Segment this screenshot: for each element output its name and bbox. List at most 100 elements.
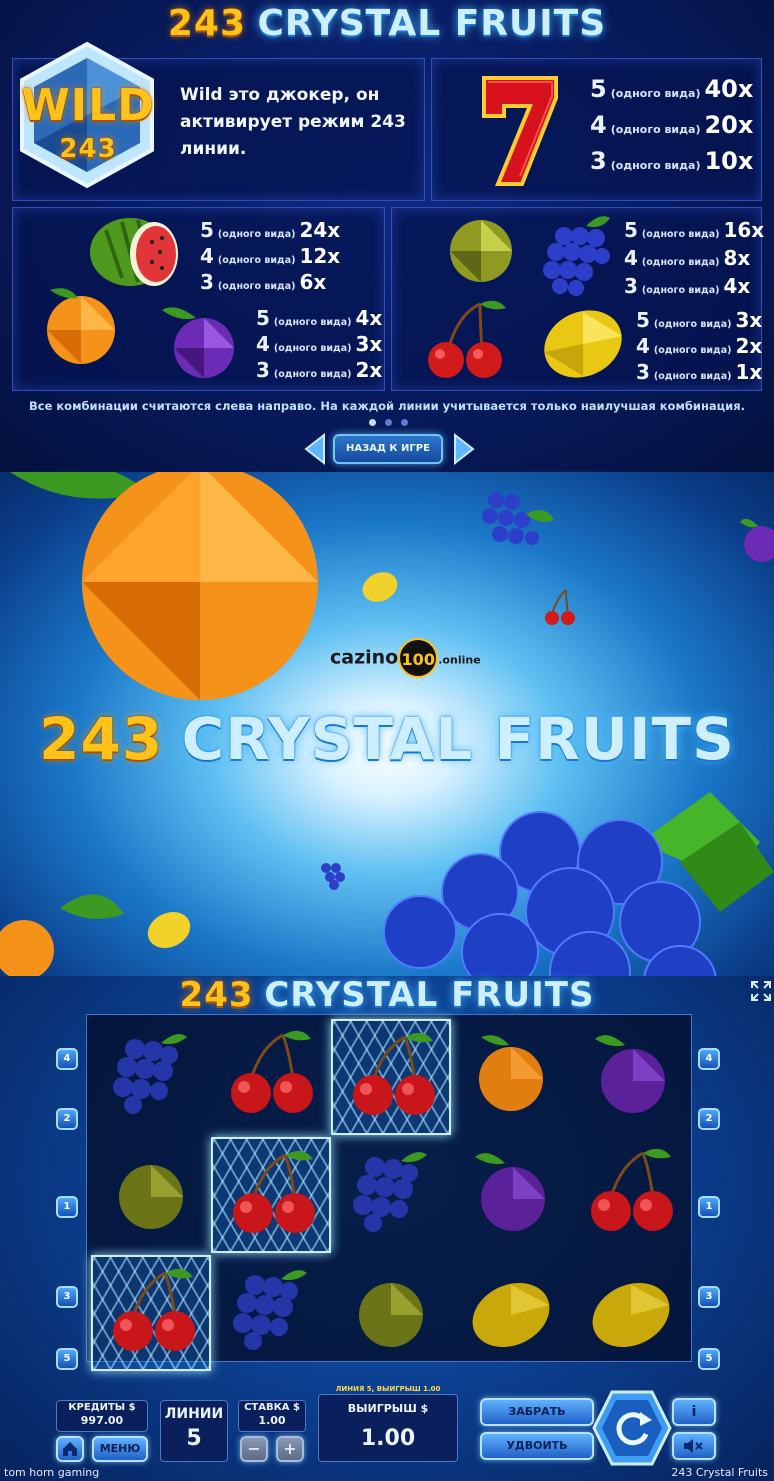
prev-page-icon[interactable] (302, 433, 326, 465)
win-value: 1.00 (360, 1426, 416, 1451)
reel-cell-cherry (211, 1019, 331, 1135)
bet-minus-button[interactable]: − (240, 1436, 268, 1462)
page-dot-3[interactable] (401, 419, 408, 426)
pay-row: 5 (одного вида) 3x (636, 308, 763, 332)
grapes-icon (233, 1270, 307, 1350)
reel-cell-lemon (451, 1255, 571, 1371)
watermelon-icon (90, 218, 178, 286)
splash-grapes-small-icon (321, 863, 345, 890)
pay-row: 5 (одного вида) 16x (624, 218, 765, 242)
reel-cell-grapes (91, 1019, 211, 1135)
seven-icon (482, 76, 558, 186)
back-to-game-button[interactable]: НАЗАД К ИГРЕ (333, 434, 443, 464)
pay-row: 4 (одного вида) 12x (200, 244, 341, 268)
cherry-icon (113, 1268, 195, 1351)
cherry-icon (353, 1032, 435, 1115)
cherry-icon (231, 1030, 313, 1113)
big-grapes-icon (383, 792, 774, 976)
pay-row: 5 (одного вида) 4x (256, 306, 383, 330)
pay-row: 4 (одного вида) 2x (636, 334, 763, 358)
collect-button[interactable]: ЗАБРАТЬ (480, 1398, 594, 1426)
line-marker-right-3[interactable]: 3 (698, 1286, 720, 1308)
info-button[interactable]: i (672, 1398, 716, 1426)
reel-cell-cherry (211, 1137, 331, 1253)
home-icon (63, 1442, 77, 1456)
pay-row: 4 (одного вида) 20x (590, 111, 754, 139)
lime-icon (450, 220, 512, 282)
orange-icon (479, 1035, 543, 1111)
speaker-mute-icon (684, 1439, 703, 1453)
win-banner: ЛИНИЯ 5, ВЫИГРЫШ 1.00 (335, 1385, 441, 1393)
orange-icon (47, 288, 115, 364)
lines-value: 5 (186, 1426, 202, 1451)
lemon-icon (472, 1282, 550, 1348)
line-marker-right-2[interactable]: 2 (698, 1108, 720, 1130)
page-dot-2[interactable] (385, 419, 392, 426)
plum-icon (595, 1035, 665, 1113)
line-marker-left-5[interactable]: 5 (56, 1348, 78, 1370)
line-marker-right-5[interactable]: 5 (698, 1348, 720, 1370)
footer-provider: tom horn gaming (4, 1466, 100, 1479)
lines-label: ЛИНИИ (164, 1406, 224, 1422)
reel-cell-grapes (211, 1255, 331, 1371)
cherry-icon (233, 1150, 315, 1233)
big-orange-icon (10, 472, 318, 700)
page-dot-1[interactable] (369, 419, 376, 426)
sound-button[interactable] (672, 1432, 716, 1460)
wild-badge-number: 243 (59, 134, 117, 164)
grapes-icon (353, 1152, 427, 1232)
reel-cell-grapes (331, 1137, 451, 1253)
bet-value: 1.00 (258, 1414, 286, 1427)
wild-badge-word: WILD (21, 80, 155, 131)
line-marker-right-1[interactable]: 1 (698, 1196, 720, 1218)
pay-row: 4 (одного вида) 3x (256, 332, 383, 356)
line-marker-right-4[interactable]: 4 (698, 1048, 720, 1070)
next-page-icon[interactable] (453, 433, 477, 465)
splash-screen: cazino 100 .online 243 CRYSTAL FRUITS (0, 472, 774, 976)
splash-lemon-small-icon (147, 912, 191, 948)
reel-cell-lemon (571, 1255, 691, 1371)
double-button[interactable]: УДВОИТЬ (480, 1432, 594, 1460)
bet-plus-button[interactable]: + (276, 1436, 304, 1462)
reel-cell-lime (331, 1255, 451, 1371)
pay-row: 3 (одного вида) 10x (590, 147, 754, 175)
line-marker-left-2[interactable]: 2 (56, 1108, 78, 1130)
home-button[interactable] (56, 1436, 84, 1462)
plum-icon (475, 1153, 545, 1231)
menu-button[interactable]: МЕНЮ (92, 1436, 148, 1462)
win-label: ВЫИГРЫШ $ (347, 1402, 429, 1415)
line-marker-left-4[interactable]: 4 (56, 1048, 78, 1070)
bet-label: СТАВКА $ (244, 1402, 300, 1413)
reel-cell-cherry (571, 1137, 691, 1253)
grapes-icon (113, 1034, 187, 1114)
spin-button[interactable] (592, 1390, 672, 1466)
lime-icon (359, 1283, 423, 1347)
pay-row: 3 (одного вида) 4x (624, 274, 751, 298)
pay-row: 4 (одного вида) 8x (624, 246, 751, 270)
cherry-icon (591, 1148, 673, 1231)
splash-orange-small-icon (0, 894, 124, 976)
reel-grid (86, 1014, 692, 1371)
fullscreen-icon[interactable] (750, 980, 772, 1002)
title-word: CRYSTAL FRUITS (257, 3, 607, 44)
reel-cell-orange (451, 1019, 571, 1135)
reel-cell-plum (571, 1019, 691, 1135)
splash-lemon-icon (362, 572, 398, 602)
splash-cherry-icon (545, 589, 575, 625)
casino-watermark: cazino 100 .online (330, 638, 530, 678)
game-title: 243 CRYSTAL FRUITS (179, 975, 595, 1015)
splash-grapes-icon (482, 492, 554, 545)
reel-cell-cherry (91, 1255, 211, 1371)
lemon-icon (544, 310, 622, 378)
cherry-icon (428, 300, 506, 378)
splash-title: 243 CRYSTAL FRUITS (39, 705, 735, 773)
reel-cell-plum (451, 1137, 571, 1253)
pay-row: 3 (одного вида) 1x (636, 360, 763, 384)
reel-cell-lime (91, 1137, 211, 1253)
line-marker-left-3[interactable]: 3 (56, 1286, 78, 1308)
reel-cell-cherry (331, 1019, 451, 1135)
credits-value: 997.00 (80, 1414, 124, 1427)
paytable-screen: 243 CRYSTAL FRUITS WILD 243 Wild это джо… (0, 0, 774, 472)
line-marker-left-1[interactable]: 1 (56, 1196, 78, 1218)
grapes-icon (543, 216, 610, 296)
